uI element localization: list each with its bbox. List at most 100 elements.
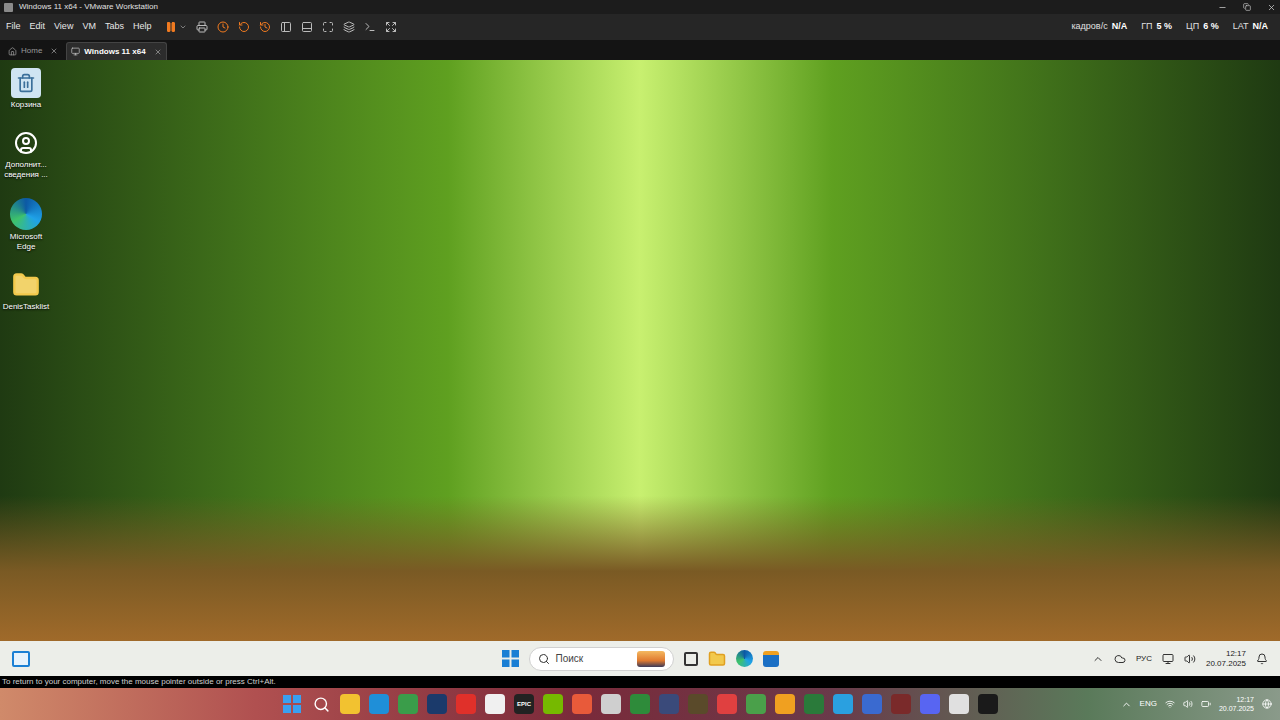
host-taskbar-app[interactable] xyxy=(395,690,421,718)
volume-icon[interactable] xyxy=(1183,699,1193,709)
host-taskbar-app[interactable] xyxy=(337,690,363,718)
windows-icon xyxy=(283,695,301,713)
edge-icon[interactable] xyxy=(736,650,753,667)
vmware-icon xyxy=(4,3,13,12)
app-icon xyxy=(746,694,766,714)
tab-close-icon[interactable] xyxy=(50,47,58,55)
menu-item[interactable]: VM xyxy=(82,20,96,34)
vm-screen[interactable]: Корзина Дополнит... сведения ... Microsoft… xyxy=(0,60,1280,676)
widgets-button[interactable] xyxy=(12,651,30,667)
menu-item[interactable]: View xyxy=(54,20,73,34)
host-taskbar-app[interactable] xyxy=(685,690,711,718)
app-icon xyxy=(833,694,853,714)
toolbar-icon[interactable] xyxy=(385,21,397,33)
toolbar-icon[interactable] xyxy=(322,21,334,33)
app-icon xyxy=(775,694,795,714)
wifi-icon[interactable] xyxy=(1165,699,1175,709)
desktop-icon[interactable]: DenisTasklist xyxy=(1,270,51,312)
app-icon xyxy=(485,694,505,714)
host-taskbar-app[interactable] xyxy=(743,690,769,718)
tab-close-icon[interactable] xyxy=(154,48,162,56)
network-icon[interactable] xyxy=(1114,653,1126,665)
app-icon xyxy=(717,694,737,714)
host-taskbar-app[interactable] xyxy=(714,690,740,718)
host-taskbar-app[interactable] xyxy=(801,690,827,718)
host-taskbar-app[interactable] xyxy=(946,690,972,718)
toolbar-icon[interactable] xyxy=(238,21,250,33)
host-taskbar-app[interactable] xyxy=(482,690,508,718)
windows-logo-icon xyxy=(502,650,519,667)
toolbar-icon[interactable] xyxy=(196,21,208,33)
clock[interactable]: 12:1720.07.2025 xyxy=(1219,695,1254,713)
display-icon[interactable] xyxy=(1162,653,1174,665)
menu-item[interactable]: Edit xyxy=(30,20,46,34)
host-taskbar-app[interactable] xyxy=(859,690,885,718)
host-search-button[interactable] xyxy=(308,690,334,718)
toolbar-icon[interactable] xyxy=(280,21,292,33)
host-taskbar-app[interactable] xyxy=(656,690,682,718)
host-start-button[interactable] xyxy=(279,690,305,718)
toolbar-icon[interactable] xyxy=(217,21,229,33)
host-taskbar-app[interactable]: EPIC xyxy=(511,690,537,718)
toolbar-icon[interactable] xyxy=(364,21,376,33)
host-taskbar-app[interactable] xyxy=(975,690,1001,718)
menu-item[interactable]: Tabs xyxy=(105,20,124,34)
battery-icon[interactable] xyxy=(1201,699,1211,709)
info-icon xyxy=(11,128,41,158)
edge-icon xyxy=(10,198,42,230)
app-icon xyxy=(369,694,389,714)
search-icon xyxy=(538,653,550,665)
host-taskbar-app[interactable] xyxy=(888,690,914,718)
volume-icon[interactable] xyxy=(1184,653,1196,665)
language-indicator[interactable]: ENG xyxy=(1140,698,1157,710)
close-icon[interactable] xyxy=(1267,3,1276,12)
stat: ЦП6 % xyxy=(1186,20,1219,34)
guest-start-button[interactable] xyxy=(502,650,519,667)
notification-icon[interactable] xyxy=(1262,699,1272,709)
host-taskbar-app[interactable] xyxy=(540,690,566,718)
app-icon xyxy=(427,694,447,714)
host-taskbar-app[interactable] xyxy=(772,690,798,718)
host-taskbar-app[interactable] xyxy=(366,690,392,718)
app-icon xyxy=(543,694,563,714)
tab[interactable]: Home xyxy=(4,42,62,60)
notification-icon[interactable] xyxy=(1256,653,1268,665)
chevron-up-icon[interactable] xyxy=(1092,653,1104,665)
restore-icon[interactable] xyxy=(1243,3,1251,11)
app-icon xyxy=(862,694,882,714)
desktop-icon[interactable]: Корзина xyxy=(1,68,51,110)
explorer-icon[interactable] xyxy=(708,650,726,668)
status-bar: To return to your computer, move the mou… xyxy=(0,676,1280,688)
language-indicator[interactable]: РУС xyxy=(1136,653,1152,665)
desktop-icon[interactable]: Microsoft Edge xyxy=(1,198,51,252)
recycle-bin-icon xyxy=(11,68,41,98)
chevron-up-icon[interactable] xyxy=(1121,699,1132,710)
menu-item[interactable]: Help xyxy=(133,20,152,34)
menu-item[interactable]: File xyxy=(6,20,21,34)
clock[interactable]: 12:1720.07.2025 xyxy=(1206,649,1246,669)
toolbar-icon[interactable] xyxy=(301,21,313,33)
minimize-icon[interactable] xyxy=(1218,3,1227,12)
app-icon xyxy=(398,694,418,714)
host-taskbar-app[interactable] xyxy=(917,690,943,718)
host-taskbar-app[interactable] xyxy=(453,690,479,718)
host-taskbar-app[interactable] xyxy=(627,690,653,718)
pause-button[interactable] xyxy=(165,21,187,33)
host-taskbar-app[interactable] xyxy=(424,690,450,718)
host-taskbar-app[interactable] xyxy=(598,690,624,718)
app-icon xyxy=(804,694,824,714)
menu-bar: FileEditViewVMTabsHelpкадров/сN/AГП5 %ЦП… xyxy=(0,14,1280,40)
app-icon xyxy=(630,694,650,714)
tab[interactable]: Windows 11 x64 xyxy=(66,42,166,60)
stat: LATN/A xyxy=(1233,20,1268,34)
task-view-icon[interactable] xyxy=(684,652,698,666)
home-icon xyxy=(8,47,17,56)
desktop-icon[interactable]: Дополнит... сведения ... xyxy=(1,128,51,180)
host-taskbar-app[interactable] xyxy=(830,690,856,718)
store-icon[interactable] xyxy=(763,651,779,667)
guest-search-box[interactable]: Поиск xyxy=(529,647,674,671)
toolbar-icon[interactable] xyxy=(259,21,271,33)
app-icon xyxy=(340,694,360,714)
toolbar-icon[interactable] xyxy=(343,21,355,33)
host-taskbar-app[interactable] xyxy=(569,690,595,718)
